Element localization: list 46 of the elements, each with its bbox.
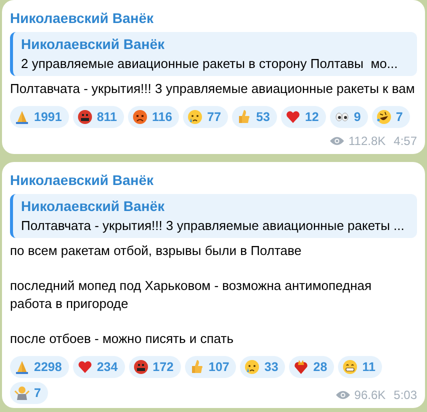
message-text: Полтавчата - укрытия!!! 3 управляемые авиационные ракеты к вам [10, 80, 416, 98]
eye-icon [330, 136, 344, 146]
reaction-chip[interactable]: 53 [232, 106, 277, 128]
reaction-chip[interactable]: 9 [330, 106, 368, 128]
reaction-chip[interactable]: 7 [372, 106, 410, 128]
crying-face-icon [187, 109, 204, 125]
reaction-chip[interactable]: 28 [289, 356, 334, 378]
message-text: последний мопед под Харьковом - возможна антимопедная работа в пригороде [10, 277, 373, 313]
crying-face-icon [244, 359, 260, 375]
reply-quote[interactable]: Николаевский Ванёк 2 управляемые авиационные ракеты в сторону Полтавы мо... [10, 32, 417, 76]
quote-text: 2 управляемые авиационные ракеты в сторону Полтавы мо... [21, 55, 399, 73]
laughing-face-icon [376, 109, 392, 125]
reaction-chip[interactable]: 116 [128, 106, 180, 128]
message-text: после отбоев - можно писять и спать [10, 330, 234, 348]
cursing-face-icon [76, 109, 93, 125]
channel-name: Николаевский Ванёк [10, 171, 155, 190]
reaction-chip[interactable]: 12 [280, 106, 326, 128]
grinning-face-icon [342, 359, 358, 375]
message-text: по всем ракетам отбой, взрывы были в Полтаве [10, 242, 302, 260]
quote-author: Николаевский Ванёк [21, 35, 166, 54]
flaming-heart-icon [293, 359, 310, 375]
quote-text: Полтавчата - укрытия!!! 3 управляемые авиационные ракеты ... [21, 217, 406, 235]
eye-icon [336, 390, 350, 400]
reaction-chip[interactable]: 234 [72, 356, 125, 378]
cursing-face-icon [132, 359, 149, 375]
view-count: 96.6K [354, 387, 386, 404]
reaction-chip[interactable]: 1991 [10, 106, 69, 128]
message-time: 5:03 [394, 387, 417, 404]
reaction-chip[interactable]: 7 [10, 382, 48, 404]
reaction-chip[interactable]: 33 [240, 356, 286, 378]
view-count: 112.8K [348, 133, 386, 150]
reaction-chip[interactable]: 11 [338, 356, 382, 378]
heart-icon [284, 109, 301, 125]
heart-icon [76, 359, 93, 375]
reaction-chip[interactable]: 2298 [10, 356, 69, 378]
angry-face-icon [132, 109, 148, 125]
reaction-chip[interactable]: 107 [184, 356, 236, 378]
reply-quote[interactable]: Николаевский Ванёк Полтавчата - укрытия!!! 3 управляемые авиационные ракеты ... [10, 194, 417, 238]
channel-name: Николаевский Ванёк [10, 9, 155, 28]
shrugging-person-icon [14, 385, 30, 401]
reaction-chip[interactable]: 172 [128, 356, 181, 378]
thumbs-up-icon [236, 109, 252, 125]
reaction-chip[interactable]: 811 [72, 106, 124, 128]
quote-author: Николаевский Ванёк [21, 197, 166, 216]
reaction-chip[interactable]: 77 [183, 106, 228, 128]
message-time: 4:57 [394, 133, 417, 150]
